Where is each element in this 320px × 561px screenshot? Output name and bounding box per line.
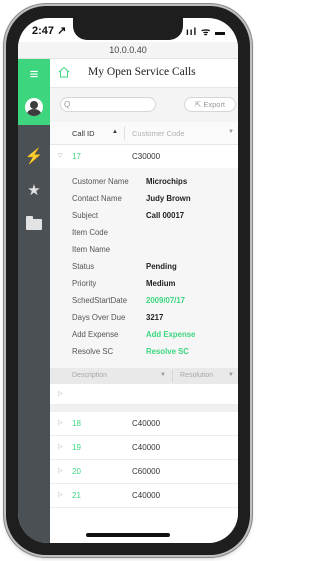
detail-label: Priority	[72, 279, 97, 288]
star-icon: ★	[27, 182, 41, 199]
detail-value: Microchips	[146, 177, 188, 186]
customer-code: C40000	[132, 491, 161, 500]
status-icons: ııl ᯤ ▬	[185, 27, 226, 38]
detail-label: Subject	[72, 211, 99, 220]
detail-label: Add Expense	[72, 330, 119, 339]
customer-code: C40000	[132, 443, 161, 452]
expand-toggle-icon[interactable]: ▷	[58, 390, 63, 397]
expand-toggle-icon[interactable]: ▷	[58, 419, 63, 426]
phone-frame: 2:47 ↗ ııl ᯤ ▬ 10.0.0.40 ≡ ⚡ ★ My Open S…	[6, 6, 250, 555]
user-button[interactable]	[18, 89, 50, 125]
home-icon[interactable]	[58, 66, 70, 78]
detail-add-expense: Add Expense Add Expense	[72, 330, 238, 342]
customer-code: C30000	[132, 152, 161, 161]
detail-subject: Subject Call 00017	[72, 211, 238, 223]
table-header: Call ID ▲ Customer Code ▼	[50, 122, 238, 145]
table-row[interactable]: ▷ 20 C60000	[50, 460, 238, 484]
chevron-down-icon[interactable]: ▼	[228, 372, 234, 378]
page-title: My Open Service Calls	[88, 66, 196, 78]
service-calls-button[interactable]: ⚡	[18, 141, 50, 171]
sub-table-row[interactable]: ▷	[50, 384, 238, 405]
home-indicator[interactable]	[86, 533, 170, 537]
url-bar[interactable]: 10.0.0.40	[18, 42, 238, 59]
detail-value: Call 00017	[146, 211, 185, 220]
detail-label: Contact Name	[72, 194, 122, 203]
expand-toggle-icon[interactable]: ▷	[58, 491, 63, 498]
call-id[interactable]: 17	[72, 152, 81, 161]
customer-code: C40000	[132, 419, 161, 428]
favorites-button[interactable]: ★	[18, 175, 50, 205]
detail-label: SchedStartDate	[72, 296, 128, 305]
column-divider	[172, 370, 173, 382]
sub-table-header: Description ▼ Resolution ▼	[50, 368, 238, 384]
detail-value: Medium	[146, 279, 176, 288]
detail-label: Item Name	[72, 245, 111, 254]
row-spacer	[50, 405, 238, 412]
phone-screen: 2:47 ↗ ııl ᯤ ▬ 10.0.0.40 ≡ ⚡ ★ My Open S…	[18, 18, 238, 543]
column-header-call-id[interactable]: Call ID	[72, 129, 95, 138]
search-icon: Q	[64, 100, 71, 109]
table-row[interactable]: ▷ 21 C40000	[50, 484, 238, 508]
customer-code: C60000	[132, 467, 161, 476]
call-id[interactable]: 19	[72, 443, 81, 452]
export-button[interactable]: ⇱ Export	[184, 97, 236, 112]
url-text: 10.0.0.40	[109, 45, 147, 55]
table-row[interactable]: ▷ 18 C40000	[50, 412, 238, 436]
table-row-expanded[interactable]: ▽ 17 C30000	[50, 145, 238, 169]
status-time: 2:47 ↗	[32, 25, 67, 37]
row-detail-panel: Customer Name Microchips Contact Name Ju…	[50, 168, 238, 368]
detail-label: Status	[72, 262, 95, 271]
detail-days-over-due: Days Over Due 3217	[72, 313, 238, 325]
detail-status: Status Pending	[72, 262, 238, 274]
sched-start-date-link[interactable]: 2009/07/17	[146, 296, 185, 305]
detail-value: Pending	[146, 262, 177, 271]
detail-sched-start-date: SchedStartDate 2009/07/17	[72, 296, 238, 308]
column-header-resolution[interactable]: Resolution	[180, 372, 213, 379]
folders-button[interactable]	[18, 209, 50, 239]
resolve-sc-link[interactable]: Resolve SC	[146, 347, 189, 356]
detail-label: Item Code	[72, 228, 108, 237]
search-input[interactable]: Q	[60, 97, 156, 112]
detail-priority: Priority Medium	[72, 279, 238, 291]
detail-value: Judy Brown	[146, 194, 191, 203]
collapse-toggle-icon[interactable]: ▽	[58, 152, 63, 159]
chevron-down-icon[interactable]: ▼	[228, 129, 234, 135]
avatar-icon	[25, 98, 43, 116]
expand-toggle-icon[interactable]: ▷	[58, 467, 63, 474]
phone-notch	[73, 18, 183, 40]
detail-contact-name: Contact Name Judy Brown	[72, 194, 238, 206]
add-expense-link[interactable]: Add Expense	[146, 330, 195, 339]
call-id[interactable]: 20	[72, 467, 81, 476]
detail-label: Customer Name	[72, 177, 129, 186]
detail-item-code: Item Code	[72, 228, 238, 240]
detail-item-name: Item Name	[72, 245, 238, 257]
expand-toggle-icon[interactable]: ▷	[58, 443, 63, 450]
lightning-icon: ⚡	[24, 148, 44, 165]
detail-customer-name: Customer Name Microchips	[72, 177, 238, 189]
chevron-down-icon[interactable]: ▼	[160, 372, 166, 378]
column-divider	[124, 126, 125, 140]
column-header-description[interactable]: Description	[72, 372, 107, 379]
left-rail: ≡ ⚡ ★	[18, 59, 50, 543]
main-content: My Open Service Calls Q ⇱ Export Call ID…	[50, 59, 238, 543]
call-id[interactable]: 18	[72, 419, 81, 428]
toolbar: Q ⇱ Export	[50, 88, 238, 122]
detail-value: 3217	[146, 313, 164, 322]
detail-label: Resolve SC	[72, 347, 114, 356]
sort-ascending-icon[interactable]: ▲	[112, 129, 118, 135]
hamburger-icon: ≡	[29, 65, 39, 83]
table-row[interactable]: ▷ 19 C40000	[50, 436, 238, 460]
folder-icon	[26, 215, 42, 230]
column-header-customer-code[interactable]: Customer Code	[132, 129, 185, 138]
detail-resolve-sc: Resolve SC Resolve SC	[72, 347, 238, 359]
export-label: Export	[203, 100, 226, 109]
menu-button[interactable]: ≡	[18, 59, 50, 89]
detail-label: Days Over Due	[72, 313, 126, 322]
call-id[interactable]: 21	[72, 491, 81, 500]
title-bar: My Open Service Calls	[50, 59, 238, 88]
